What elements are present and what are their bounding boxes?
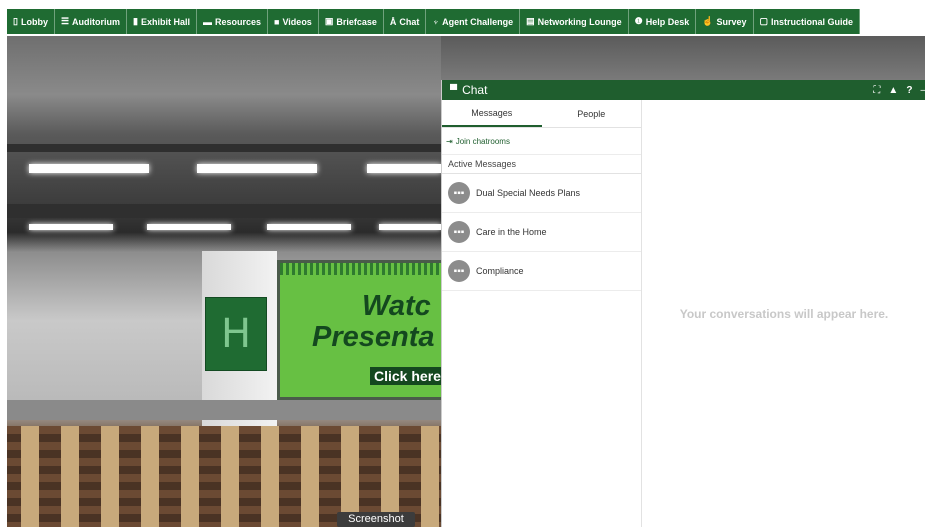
briefcase-icon: ▣ xyxy=(324,16,334,26)
screen-pattern xyxy=(280,263,441,275)
nav-item-networking-lounge[interactable]: ▤ Networking Lounge xyxy=(520,9,629,34)
nav-item-resources[interactable]: ▬ Resources xyxy=(197,9,269,34)
ceiling-beam xyxy=(7,204,441,218)
building-icon: ▯ xyxy=(13,16,18,26)
chat-header-tools: ⛶ ▲ ? – xyxy=(873,80,925,100)
file-icon: ▢ xyxy=(759,16,769,26)
ceiling-light xyxy=(197,164,317,173)
chatroom-name: Dual Special Needs Plans xyxy=(476,188,581,198)
chat-bubble-icon: ▪▪▪ xyxy=(448,182,470,204)
chatroom-item[interactable]: ▪▪▪ Compliance xyxy=(442,252,641,291)
nav-label: Exhibit Hall xyxy=(140,16,190,27)
chat-bubble-icon: ▀ xyxy=(450,84,458,96)
ceiling-light xyxy=(29,224,113,230)
click-here-button[interactable]: Click here xyxy=(370,367,441,385)
chatroom-item[interactable]: ▪▪▪ Care in the Home xyxy=(442,213,641,252)
chatroom-name: Care in the Home xyxy=(476,227,547,237)
video-icon: ■ xyxy=(274,16,280,27)
ceiling-light xyxy=(379,224,441,230)
ceiling-beam xyxy=(7,144,441,152)
ceiling-light xyxy=(29,164,149,173)
minimize-icon[interactable]: – xyxy=(920,85,925,96)
chatroom-item[interactable]: ▪▪▪ Dual Special Needs Plans xyxy=(442,174,641,213)
ceiling-light xyxy=(147,224,231,230)
nav-item-survey[interactable]: ☝ Survey xyxy=(696,9,754,34)
bell-icon[interactable]: ▲ xyxy=(888,85,898,96)
screenshot-label: Screenshot xyxy=(337,512,415,527)
nav-label: Lobby xyxy=(20,16,48,27)
nav-bar: ▯ Lobby ☰ Auditorium ▮ Exhibit Hall ▬ Resour… xyxy=(7,9,861,34)
nav-label: Auditorium xyxy=(72,16,121,27)
person-icon: Å xyxy=(389,16,397,27)
ceiling-light xyxy=(267,224,351,230)
logo: H xyxy=(205,297,267,371)
nav-item-instructional-guide[interactable]: ▢ Instructional Guide xyxy=(754,9,861,34)
info-icon: ❶ xyxy=(634,16,643,26)
thumbs-up-icon: ☝ xyxy=(702,16,714,26)
nav-label: Resources xyxy=(215,16,262,27)
chat-bubble-icon: ▪▪▪ xyxy=(448,260,470,282)
chat-panel: ▀ Chat ⛶ ▲ ? – Messages People ⇥ Join ch… xyxy=(441,80,925,527)
auditorium-scene: H Watc Presenta Click here xyxy=(7,36,441,527)
conversation-area: Your conversations will appear here. xyxy=(642,100,925,527)
nav-label: Briefcase xyxy=(336,16,377,27)
nav-label: Chat xyxy=(399,16,420,27)
tab-messages[interactable]: Messages xyxy=(442,100,542,127)
nav-item-help-desk[interactable]: ❶ Help Desk xyxy=(629,9,697,34)
nav-label: Videos xyxy=(282,16,312,27)
stage xyxy=(7,400,441,420)
presentation-screen[interactable]: Watc Presenta Click here xyxy=(277,260,441,400)
chat-header: ▀ Chat ⛶ ▲ ? – xyxy=(442,80,925,100)
expand-icon[interactable]: ⛶ xyxy=(873,85,880,96)
join-chatrooms-label: Join chatrooms xyxy=(455,136,510,146)
nav-item-briefcase[interactable]: ▣ Briefcase xyxy=(319,9,384,34)
nav-item-agent-challenge[interactable]: ♆ Agent Challenge xyxy=(426,9,521,34)
chat-tabs: Messages People xyxy=(442,100,641,128)
active-messages-heading: Active Messages xyxy=(442,155,641,174)
nav-item-videos[interactable]: ■ Videos xyxy=(268,9,319,34)
chat-title: Chat xyxy=(462,83,488,97)
tab-people[interactable]: People xyxy=(542,100,642,127)
sign-in-icon: ⇥ xyxy=(446,136,453,146)
ceiling-light xyxy=(367,164,441,173)
nav-item-auditorium[interactable]: ☰ Auditorium xyxy=(55,9,128,34)
help-icon[interactable]: ? xyxy=(906,85,912,96)
chat-sidebar: Messages People ⇥ Join chatrooms Active … xyxy=(442,100,642,527)
nav-label: Instructional Guide xyxy=(771,16,854,27)
screen-heading-1: Watc xyxy=(362,290,431,322)
document-icon: ▤ xyxy=(526,16,535,26)
list-icon: ☰ xyxy=(60,16,70,26)
nav-label: Agent Challenge xyxy=(442,16,514,27)
nav-item-chat[interactable]: Å Chat xyxy=(384,9,427,34)
scene-backdrop-right xyxy=(441,36,925,80)
chat-bubble-icon: ▪▪▪ xyxy=(448,221,470,243)
nav-item-exhibit-hall[interactable]: ▮ Exhibit Hall xyxy=(127,9,197,34)
booth-icon: ▮ xyxy=(133,16,138,26)
screen-heading-2: Presenta xyxy=(312,321,435,353)
nav-label: Survey xyxy=(716,16,747,27)
nav-label: Networking Lounge xyxy=(537,16,622,27)
chatroom-name: Compliance xyxy=(476,266,524,276)
join-chatrooms-link[interactable]: ⇥ Join chatrooms xyxy=(442,128,641,155)
trophy-icon: ♆ xyxy=(432,16,440,27)
book-icon: ▬ xyxy=(203,16,212,27)
nav-label: Help Desk xyxy=(645,16,690,27)
logo-letter: H xyxy=(220,311,252,357)
top-navigation: ▯ Lobby ☰ Auditorium ▮ Exhibit Hall ▬ Resour… xyxy=(0,0,925,36)
empty-conversation-message: Your conversations will appear here. xyxy=(679,307,889,321)
nav-item-lobby[interactable]: ▯ Lobby xyxy=(7,9,55,34)
